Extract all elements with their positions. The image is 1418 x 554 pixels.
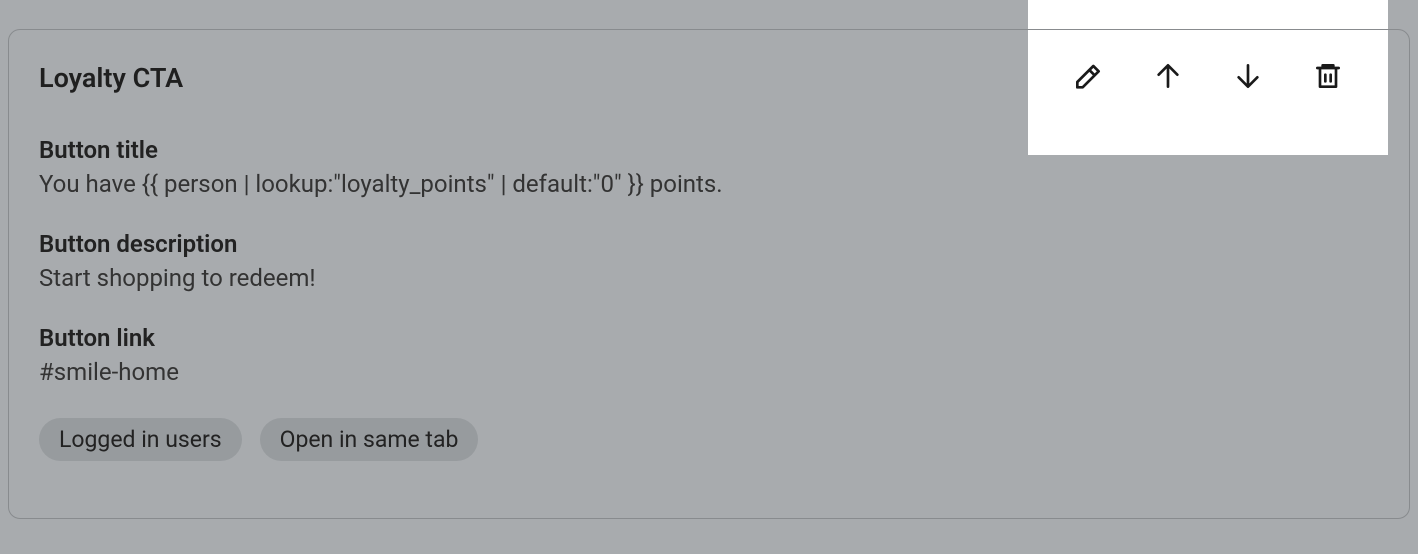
button-link-value: #smile-home xyxy=(39,358,1379,386)
button-link-field: Button link #smile-home xyxy=(39,324,1379,386)
button-description-value: Start shopping to redeem! xyxy=(39,264,1379,292)
button-description-label: Button description xyxy=(39,230,1379,258)
button-link-label: Button link xyxy=(39,324,1379,352)
card-title: Loyalty CTA xyxy=(39,62,1379,94)
chip-row: Logged in users Open in same tab xyxy=(39,418,1379,461)
button-title-value: You have {{ person | lookup:"loyalty_poi… xyxy=(39,170,1379,198)
button-description-field: Button description Start shopping to red… xyxy=(39,230,1379,292)
button-title-label: Button title xyxy=(39,136,1379,164)
cta-card: Loyalty CTA Button title You have {{ per… xyxy=(8,29,1410,519)
chip-open-in-same-tab: Open in same tab xyxy=(260,418,479,461)
button-title-field: Button title You have {{ person | lookup… xyxy=(39,136,1379,198)
chip-logged-in-users: Logged in users xyxy=(39,418,242,461)
